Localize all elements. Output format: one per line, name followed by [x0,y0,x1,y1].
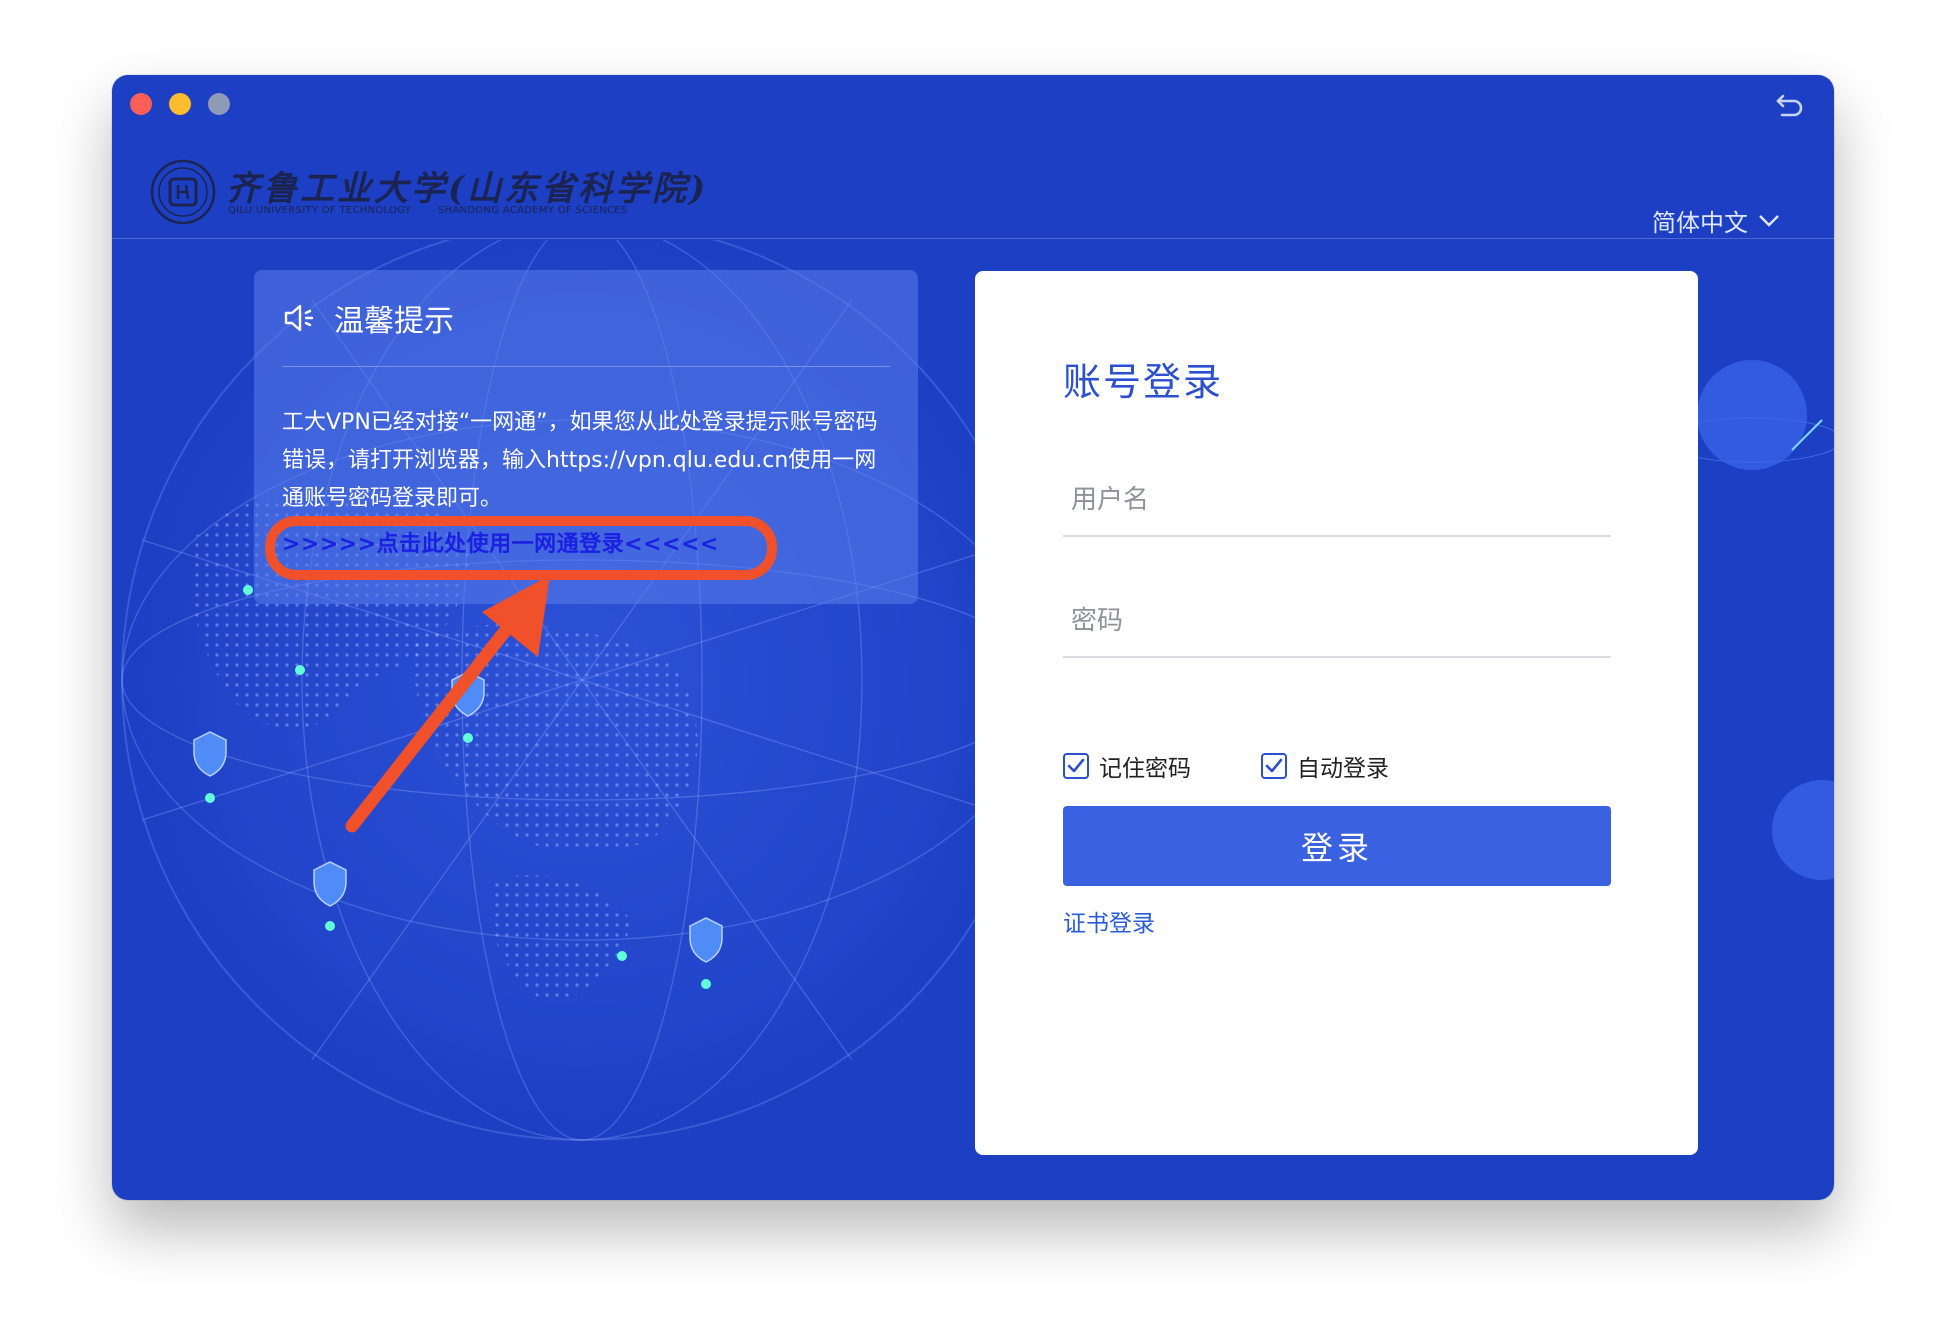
window-controls [130,93,230,115]
username-field [1063,465,1611,537]
remember-password-option[interactable]: 记住密码 [1063,749,1191,783]
auto-login-option[interactable]: 自动登录 [1261,749,1389,783]
auto-login-label: 自动登录 [1297,756,1389,782]
minimize-window-button[interactable] [169,93,191,115]
university-seal-icon [150,159,216,225]
checkmark-icon [1265,758,1283,773]
speaker-icon [284,304,314,332]
language-label: 简体中文 [1652,209,1748,237]
university-logo: 齐鲁工业大学(山东省科学院) QILU UNIVERSITY OF TECHNO… [150,157,705,227]
app-header: 齐鲁工业大学(山东省科学院) QILU UNIVERSITY OF TECHNO… [112,115,1834,239]
login-panel: 账号登录 记住密码 自动登录 [975,271,1698,1155]
chevron-down-icon [1759,214,1779,227]
notice-panel: 温馨提示 工大VPN已经对接“一网通”，如果您从此处登录提示账号密码错误，请打开… [254,270,918,604]
notice-header: 温馨提示 [282,296,454,340]
logo-chinese-name: 齐鲁工业大学(山东省科学院) [226,169,709,209]
maximize-window-button[interactable] [208,93,230,115]
language-selector[interactable]: 简体中文 [1652,203,1780,238]
app-window: 齐鲁工业大学(山东省科学院) QILU UNIVERSITY OF TECHNO… [112,75,1834,1200]
unified-login-link[interactable]: >>>>>点击此处使用一网通登录<<<<< [282,526,719,558]
logo-wordmark: 齐鲁工业大学(山东省科学院) QILU UNIVERSITY OF TECHNO… [226,159,705,225]
username-input[interactable] [1063,465,1611,535]
remember-password-checkbox[interactable] [1063,753,1089,779]
password-input[interactable] [1063,586,1611,656]
checkmark-icon [1067,758,1085,773]
password-field [1063,586,1611,658]
auto-login-checkbox[interactable] [1261,753,1287,779]
close-window-button[interactable] [130,93,152,115]
login-options: 记住密码 自动登录 [1063,749,1389,783]
login-title: 账号登录 [1063,360,1224,404]
notice-divider [282,366,890,367]
notice-body: 工大VPN已经对接“一网通”，如果您从此处登录提示账号密码错误，请打开浏览器，输… [282,410,878,511]
logo-english-right: SHANDONG ACADEMY OF SCIENCES [438,205,628,216]
remember-password-label: 记住密码 [1099,756,1191,782]
logo-english-left: QILU UNIVERSITY OF TECHNOLOGY [228,205,412,216]
notice-title: 温馨提示 [334,304,454,339]
login-button[interactable]: 登录 [1063,806,1611,886]
certificate-login-link[interactable]: 证书登录 [1063,904,1155,938]
